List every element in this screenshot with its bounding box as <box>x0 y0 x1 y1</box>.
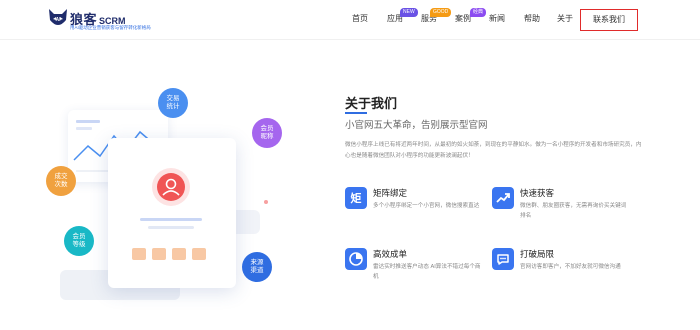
badge-classic: 经典 <box>470 8 487 17</box>
nav-cases[interactable]: 案例 <box>455 13 471 24</box>
about-illustration: 交易统计 会员昵称 成交次数 会员等级 来源渠道 <box>40 80 290 320</box>
feature-title: 快速获客 <box>520 188 555 198</box>
feature-efficient-deals: 高效成单 雷达实时推送客户动态 AI算法不错过每个商机 <box>345 248 485 298</box>
about-subtitle: 小官网五大革命，告别展示型官网 <box>345 120 488 131</box>
contact-us-button[interactable]: 联系我们 <box>580 9 638 31</box>
main-nav: 首页 应用 NEW 服务 GOOD 案例 经典 新闻 帮助 关于 联系我们 <box>0 0 700 40</box>
top-navbar: AI 狼客 SCRM 用AI驱动企业营销获客与留存转化新格局 首页 应用 NEW … <box>0 0 700 40</box>
tag-block-3 <box>172 248 186 260</box>
feature-title: 矩阵绑定 <box>373 188 408 198</box>
avatar <box>152 168 190 206</box>
nav-home[interactable]: 首页 <box>352 13 368 24</box>
bubble-trade-stats: 交易统计 <box>158 88 188 118</box>
feature-desc: 官网访客即客户，不加好友就可微信沟通 <box>520 264 621 270</box>
about-description: 微信小程序上线已有将近两年时间，从最初的如火如荼，到现在的平静如水。做为一名小程… <box>345 142 642 159</box>
title-underline <box>345 112 367 114</box>
feature-title: 打破局限 <box>520 249 555 259</box>
nav-help[interactable]: 帮助 <box>524 13 540 24</box>
dot-decoration <box>264 200 268 204</box>
feature-desc: 微信群、朋友圈获客，无需再询价买关键词排名 <box>520 203 627 219</box>
info-placeholder-line <box>148 226 194 229</box>
pie-chart-icon <box>345 248 367 270</box>
feature-desc: 雷达实时推送客户动态 AI算法不错过每个商机 <box>373 264 481 280</box>
feature-fast-acquisition: 快速获客 微信群、朋友圈获客，无需再询价买关键词排名 <box>492 187 632 237</box>
bubble-member-level: 会员等级 <box>64 226 94 256</box>
profile-card <box>108 138 236 288</box>
feature-matrix: 矩 矩阵绑定 多个小程序绑定一个小官网，微信搜索直达 <box>345 187 485 237</box>
tag-block-2 <box>152 248 166 260</box>
bubble-source-channel: 来源渠道 <box>242 252 272 282</box>
user-avatar-icon <box>157 173 185 201</box>
bubble-member-nickname: 会员昵称 <box>252 118 282 148</box>
about-title: 关于我们 <box>345 96 398 111</box>
growth-icon <box>492 187 514 209</box>
tag-block-1 <box>132 248 146 260</box>
tag-block-4 <box>192 248 206 260</box>
nav-news[interactable]: 新闻 <box>489 13 505 24</box>
nav-about[interactable]: 关于 <box>557 13 573 24</box>
feature-desc: 多个小程序绑定一个小官网，微信搜索直达 <box>373 203 480 209</box>
name-placeholder-line <box>140 218 202 221</box>
badge-new: NEW <box>400 8 418 17</box>
bubble-deal-count: 成交次数 <box>46 166 76 196</box>
feature-title: 高效成单 <box>373 249 408 259</box>
chat-icon <box>492 248 514 270</box>
badge-good: GOOD <box>430 8 452 17</box>
matrix-icon: 矩 <box>345 187 367 209</box>
feature-break-limits: 打破局限 官网访客即客户，不加好友就可微信沟通 <box>492 248 632 298</box>
